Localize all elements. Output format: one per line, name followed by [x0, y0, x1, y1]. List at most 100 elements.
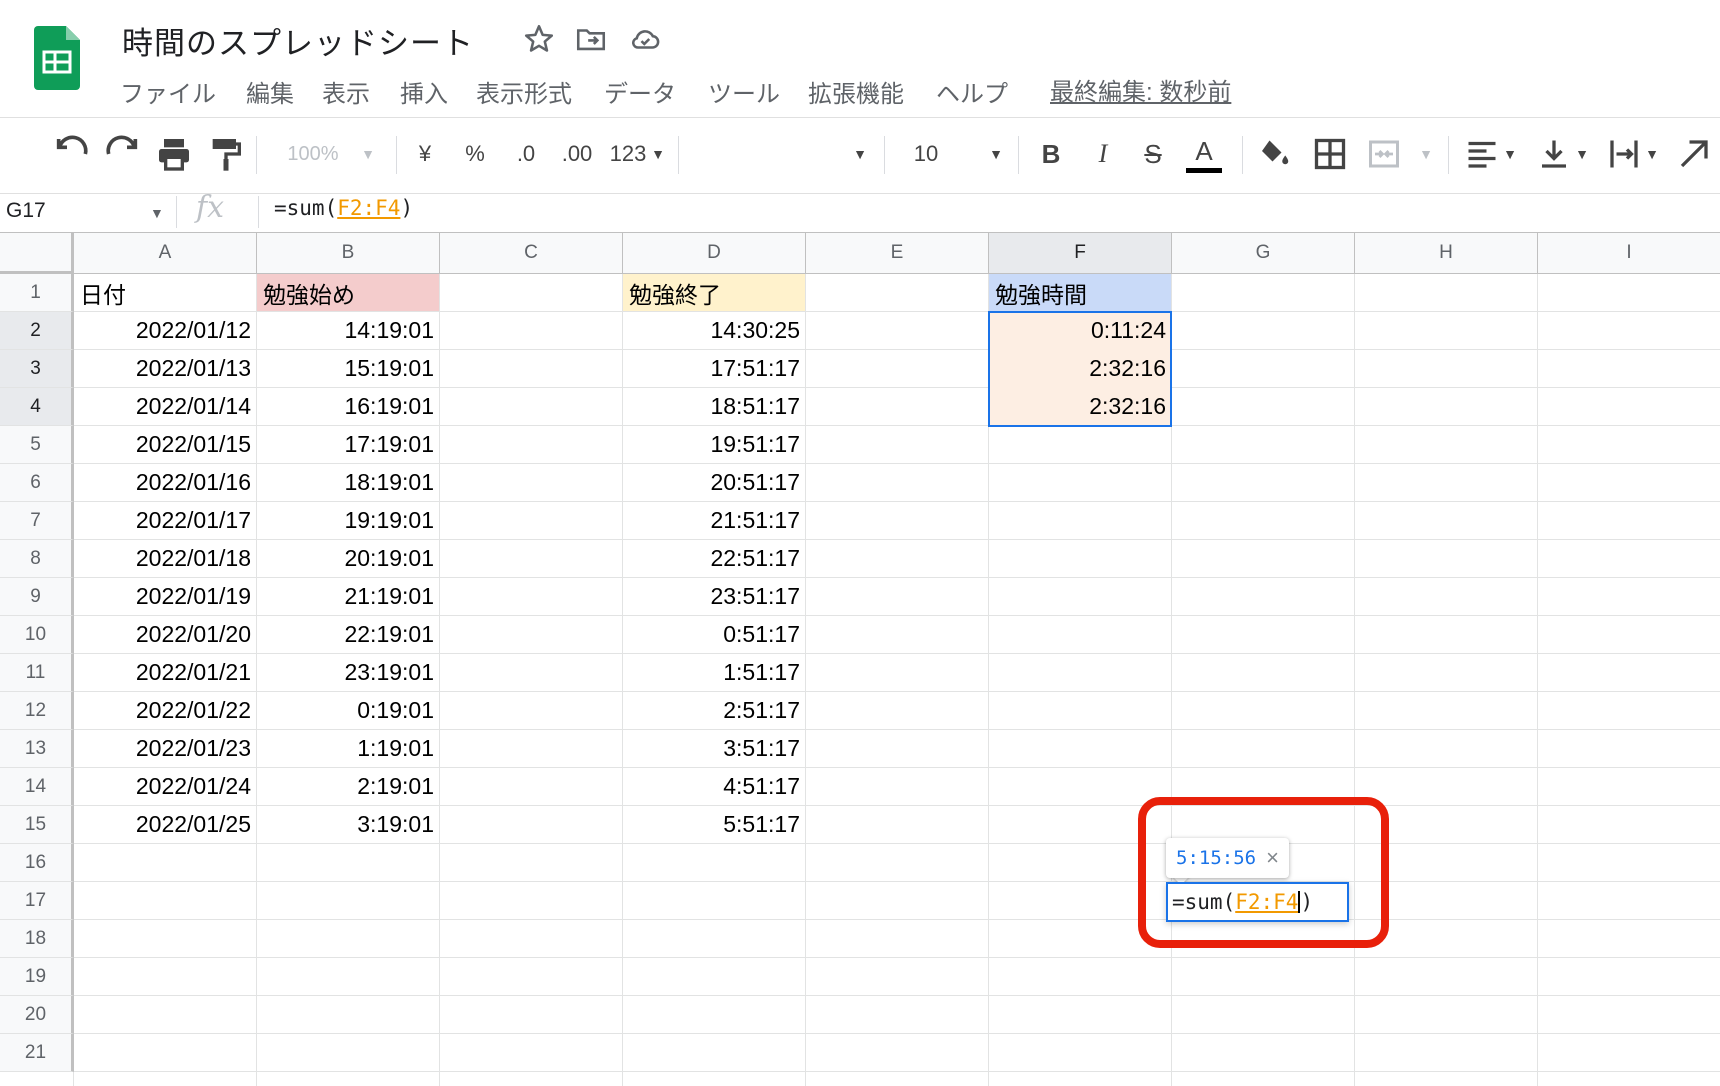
cloud-status-icon[interactable] — [628, 22, 662, 56]
menu-format[interactable]: 表示形式 — [476, 74, 572, 109]
row-header-2[interactable]: 2 — [0, 312, 74, 350]
move-folder-icon[interactable] — [574, 22, 608, 56]
cell-b2[interactable]: 14:19:01 — [257, 312, 440, 349]
cell-a3[interactable]: 2022/01/13 — [74, 350, 257, 387]
name-box[interactable]: G17 — [6, 196, 166, 226]
font-size-select[interactable]: 10 — [904, 134, 948, 174]
cell-d13[interactable]: 3:51:17 — [623, 730, 806, 767]
number-format-dropdown-icon[interactable]: ▼ — [648, 134, 668, 174]
last-edit-link[interactable]: 最終編集: 数秒前 — [1050, 72, 1231, 107]
column-header-d[interactable]: D — [623, 233, 806, 274]
row-header-20[interactable]: 20 — [0, 996, 74, 1034]
document-title[interactable]: 時間のスプレッドシート — [122, 18, 474, 63]
row-header-13[interactable]: 13 — [0, 730, 74, 768]
menu-insert[interactable]: 挿入 — [400, 74, 448, 109]
name-box-dropdown-icon[interactable]: ▼ — [150, 205, 164, 221]
cell-a2[interactable]: 2022/01/12 — [74, 312, 257, 349]
row-header-9[interactable]: 9 — [0, 578, 74, 616]
cell-a10[interactable]: 2022/01/20 — [74, 616, 257, 653]
sheets-logo-icon[interactable] — [34, 26, 80, 90]
row-header-7[interactable]: 7 — [0, 502, 74, 540]
cell-b10[interactable]: 22:19:01 — [257, 616, 440, 653]
row-header-19[interactable]: 19 — [0, 958, 74, 996]
column-header-h[interactable]: H — [1355, 233, 1538, 274]
row-header-15[interactable]: 15 — [0, 806, 74, 844]
horizontal-align-icon[interactable] — [1464, 134, 1500, 174]
menu-help[interactable]: ヘルプ — [936, 74, 1008, 109]
row-header-14[interactable]: 14 — [0, 768, 74, 806]
cell-b12[interactable]: 0:19:01 — [257, 692, 440, 729]
text-rotation-icon[interactable] — [1676, 134, 1712, 174]
text-wrap-icon[interactable] — [1606, 134, 1642, 174]
select-all-corner[interactable] — [0, 233, 74, 274]
cell-b1[interactable]: 勉強始め — [257, 274, 440, 311]
cell-d6[interactable]: 20:51:17 — [623, 464, 806, 501]
cell-f5[interactable] — [989, 426, 1172, 463]
cell-a7[interactable]: 2022/01/17 — [74, 502, 257, 539]
column-header-i[interactable]: I — [1538, 233, 1720, 274]
cell-a12[interactable]: 2022/01/22 — [74, 692, 257, 729]
row-header-6[interactable]: 6 — [0, 464, 74, 502]
row-header-1[interactable]: 1 — [0, 274, 74, 312]
menu-extensions[interactable]: 拡張機能 — [808, 74, 904, 109]
cell-b5[interactable]: 17:19:01 — [257, 426, 440, 463]
column-header-g[interactable]: G — [1172, 233, 1355, 274]
menu-view[interactable]: 表示 — [322, 74, 370, 109]
strikethrough-button[interactable]: S — [1138, 134, 1168, 174]
print-icon[interactable] — [154, 134, 194, 174]
star-icon[interactable] — [522, 22, 556, 56]
cell-d5[interactable]: 19:51:17 — [623, 426, 806, 463]
italic-button[interactable]: I — [1088, 134, 1118, 174]
merge-dropdown-icon[interactable]: ▼ — [1414, 134, 1438, 174]
menu-data[interactable]: データ — [604, 74, 676, 109]
font-family-select[interactable] — [690, 134, 840, 174]
row-header-16[interactable]: 16 — [0, 844, 74, 882]
vertical-align-dropdown-icon[interactable]: ▼ — [1572, 134, 1592, 174]
cell-b3[interactable]: 15:19:01 — [257, 350, 440, 387]
percent-format-button[interactable]: % — [460, 134, 490, 174]
cell-a5[interactable]: 2022/01/15 — [74, 426, 257, 463]
text-wrap-dropdown-icon[interactable]: ▼ — [1642, 134, 1662, 174]
cell-d3[interactable]: 17:51:17 — [623, 350, 806, 387]
cell-b7[interactable]: 19:19:01 — [257, 502, 440, 539]
cell-d1[interactable]: 勉強終了 — [623, 274, 806, 311]
borders-icon[interactable] — [1312, 134, 1348, 174]
cell-a8[interactable]: 2022/01/18 — [74, 540, 257, 577]
cell-a1[interactable]: 日付 — [74, 274, 257, 311]
cell-b4[interactable]: 16:19:01 — [257, 388, 440, 425]
preview-close-button[interactable]: × — [1266, 845, 1279, 871]
cell-f6[interactable] — [989, 464, 1172, 501]
cell-f13[interactable] — [989, 730, 1172, 767]
row-header-3[interactable]: 3 — [0, 350, 74, 388]
cell-b13[interactable]: 1:19:01 — [257, 730, 440, 767]
cell-a13[interactable]: 2022/01/23 — [74, 730, 257, 767]
column-header-f[interactable]: F — [989, 233, 1172, 274]
cell-d9[interactable]: 23:51:17 — [623, 578, 806, 615]
cell-a4[interactable]: 2022/01/14 — [74, 388, 257, 425]
cell-d12[interactable]: 2:51:17 — [623, 692, 806, 729]
cell-f1[interactable]: 勉強時間 — [989, 274, 1172, 311]
menu-edit[interactable]: 編集 — [246, 74, 294, 109]
cell-d10[interactable]: 0:51:17 — [623, 616, 806, 653]
cell-d8[interactable]: 22:51:17 — [623, 540, 806, 577]
column-header-c[interactable]: C — [440, 233, 623, 274]
menu-file[interactable]: ファイル — [120, 74, 216, 109]
bold-button[interactable]: B — [1036, 134, 1066, 174]
row-header-8[interactable]: 8 — [0, 540, 74, 578]
decrease-decimal-button[interactable]: .0 — [506, 134, 546, 174]
cell-b6[interactable]: 18:19:01 — [257, 464, 440, 501]
horizontal-align-dropdown-icon[interactable]: ▼ — [1500, 134, 1520, 174]
vertical-align-icon[interactable] — [1536, 134, 1572, 174]
row-header-4[interactable]: 4 — [0, 388, 74, 426]
cell-f9[interactable] — [989, 578, 1172, 615]
row-header-18[interactable]: 18 — [0, 920, 74, 958]
cell-f3[interactable]: 2:32:16 — [989, 350, 1172, 387]
cell-b8[interactable]: 20:19:01 — [257, 540, 440, 577]
cell-a6[interactable]: 2022/01/16 — [74, 464, 257, 501]
currency-format-button[interactable]: ¥ — [410, 134, 440, 174]
cell-f2[interactable]: 0:11:24 — [989, 312, 1172, 349]
cell-a15[interactable]: 2022/01/25 — [74, 806, 257, 843]
increase-decimal-button[interactable]: .00 — [554, 134, 600, 174]
fill-color-icon[interactable] — [1256, 134, 1292, 174]
cell-d14[interactable]: 4:51:17 — [623, 768, 806, 805]
